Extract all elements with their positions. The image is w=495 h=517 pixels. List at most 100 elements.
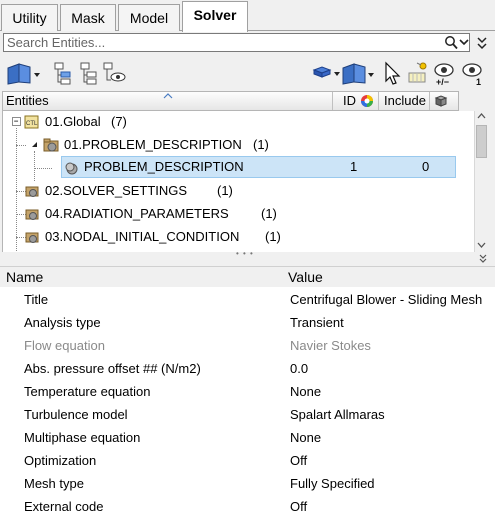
scroll-up-icon[interactable] <box>477 113 486 119</box>
tab-mask[interactable]: Mask <box>60 4 116 31</box>
entity-toolbar: +/− 1 <box>0 55 495 91</box>
property-name: Analysis type <box>24 315 101 330</box>
cursor-icon[interactable] <box>380 60 406 86</box>
tree-row-label: 01.PROBLEM_DESCRIPTION <box>64 137 242 152</box>
value-column-header[interactable]: Value <box>288 267 323 287</box>
tree-row-radiation-parameters[interactable]: 04.RADIATION_PARAMETERS (1) <box>3 203 474 225</box>
tab-model[interactable]: Model <box>118 4 180 31</box>
filter-icon[interactable] <box>311 60 341 86</box>
tree-row-include: 0 <box>422 159 430 174</box>
isolate-icon[interactable] <box>101 60 127 86</box>
property-value[interactable]: Fully Specified <box>290 472 375 495</box>
property-row-mesh-type[interactable]: Mesh type Fully Specified <box>0 472 495 495</box>
property-name: Optimization <box>24 453 97 468</box>
folder-icon <box>25 232 39 243</box>
tree-row-id: 1 <box>350 159 358 174</box>
entity-type-icon[interactable] <box>341 60 375 86</box>
tree-row-solver-settings[interactable]: 02.SOLVER_SETTINGS (1) <box>3 180 474 202</box>
property-value[interactable]: None <box>290 380 321 403</box>
tree-row-count: (1) <box>217 183 233 198</box>
property-value[interactable]: Spalart Allmaras <box>290 403 385 426</box>
properties-header: Name Value <box>0 267 495 287</box>
tree-row-count: (1) <box>265 229 281 244</box>
property-value[interactable]: None <box>290 426 321 449</box>
tree-row-count: (7) <box>111 114 127 129</box>
property-row-temperature-equation[interactable]: Temperature equation None <box>0 380 495 403</box>
splitter-grip: • • • <box>236 249 254 258</box>
show-only-icon[interactable]: 1 <box>460 60 486 86</box>
tree-row-problem-description-folder[interactable]: 01.PROBLEM_DESCRIPTION (1) <box>3 134 474 156</box>
global-folder-icon: CTL <box>24 115 39 129</box>
property-name: External code <box>24 499 104 514</box>
property-row-optimization[interactable]: Optimization Off <box>0 449 495 472</box>
collapse-panel-icon[interactable] <box>474 35 490 51</box>
reveal-toggle-icon[interactable]: +/− <box>432 60 458 86</box>
property-name: Turbulence model <box>24 407 128 422</box>
name-column-header[interactable]: Name <box>6 267 43 287</box>
search-input[interactable] <box>4 34 434 51</box>
folder-icon <box>25 209 39 220</box>
entity-tree: CTL 01.Global (7) 01.PROBLEM_DESCRIPTION… <box>2 111 474 252</box>
property-name: Abs. pressure offset ## (N/m2) <box>24 361 201 376</box>
splitter-chevrons-icon[interactable] <box>478 254 488 264</box>
property-value[interactable]: Off <box>290 449 307 472</box>
id-column-header[interactable]: ID <box>343 92 356 110</box>
tree-row-label: 02.SOLVER_SETTINGS <box>45 183 188 198</box>
entity-view-icon[interactable] <box>6 60 40 86</box>
column-divider <box>332 92 333 110</box>
property-row-external-code[interactable]: External code Off <box>0 495 495 517</box>
folder-icon <box>43 138 59 152</box>
panel-splitter[interactable]: • • • <box>0 249 495 266</box>
property-row-analysis-type[interactable]: Analysis type Transient <box>0 311 495 334</box>
property-name: Title <box>24 292 49 307</box>
tab-bar: Utility Mask Model Solver <box>0 0 495 32</box>
include-column-header[interactable]: Include <box>384 92 426 110</box>
visibility-column-icon[interactable] <box>434 94 448 108</box>
property-value[interactable]: Transient <box>290 311 344 334</box>
property-name: Multiphase equation <box>24 430 141 445</box>
tree-row-count: (1) <box>261 206 277 221</box>
hide-selected-icon[interactable] <box>76 60 102 86</box>
property-row-multiphase-equation[interactable]: Multiphase equation None <box>0 426 495 449</box>
search-options-chevron-icon[interactable] <box>457 35 471 50</box>
tab-solver[interactable]: Solver <box>182 1 248 32</box>
tree-row-nodal-initial-condition[interactable]: 03.NODAL_INITIAL_CONDITION (1) <box>3 226 474 248</box>
search-icon[interactable] <box>444 35 458 50</box>
property-name: Flow equation <box>24 338 105 353</box>
property-value[interactable]: Centrifugal Blower - Sliding Mesh <box>290 288 482 311</box>
collapse-icon[interactable] <box>12 117 21 126</box>
svg-text:+/−: +/− <box>436 77 449 86</box>
tree-row-label: PROBLEM_DESCRIPTION <box>84 159 244 174</box>
tree-row-count: (1) <box>253 137 269 152</box>
property-name: Mesh type <box>24 476 84 491</box>
sort-ascending-icon <box>163 93 173 99</box>
column-divider <box>429 92 430 110</box>
scrollbar-thumb[interactable] <box>476 125 487 158</box>
tree-scrollbar[interactable] <box>474 111 488 252</box>
tab-utility[interactable]: Utility <box>1 4 58 31</box>
tree-row-label: 01.Global <box>45 114 101 129</box>
color-column-icon[interactable] <box>360 94 374 108</box>
show-selected-icon[interactable] <box>50 60 76 86</box>
tree-row-global[interactable]: CTL 01.Global (7) <box>3 111 474 133</box>
property-name: Temperature equation <box>24 384 151 399</box>
svg-text:CTL: CTL <box>26 121 38 127</box>
card-icon <box>65 162 78 175</box>
column-divider <box>378 92 379 110</box>
entities-column-header[interactable]: Entities <box>6 92 49 110</box>
scroll-down-icon[interactable] <box>477 242 486 248</box>
property-row-abs-pressure-offset[interactable]: Abs. pressure offset ## (N/m2) 0.0 <box>0 357 495 380</box>
property-value[interactable]: 0.0 <box>290 357 308 380</box>
property-value[interactable]: Off <box>290 495 307 517</box>
property-value: Navier Stokes <box>290 338 371 353</box>
property-row-title[interactable]: Title Centrifugal Blower - Sliding Mesh <box>0 288 495 311</box>
collapse-icon[interactable] <box>30 140 39 149</box>
property-row-turbulence-model[interactable]: Turbulence model Spalart Allmaras <box>0 403 495 426</box>
properties-panel: Name Value Title Centrifugal Blower - Sl… <box>0 266 495 517</box>
property-row-flow-equation: Flow equation Navier Stokes <box>0 334 495 357</box>
entities-header: Entities ID Include <box>2 91 459 111</box>
tree-row-problem-description[interactable]: PROBLEM_DESCRIPTION 1 0 <box>61 156 456 178</box>
tree-row-label: 03.NODAL_INITIAL_CONDITION <box>45 229 240 244</box>
svg-text:1: 1 <box>476 77 481 86</box>
display-mode-icon[interactable] <box>405 60 431 86</box>
